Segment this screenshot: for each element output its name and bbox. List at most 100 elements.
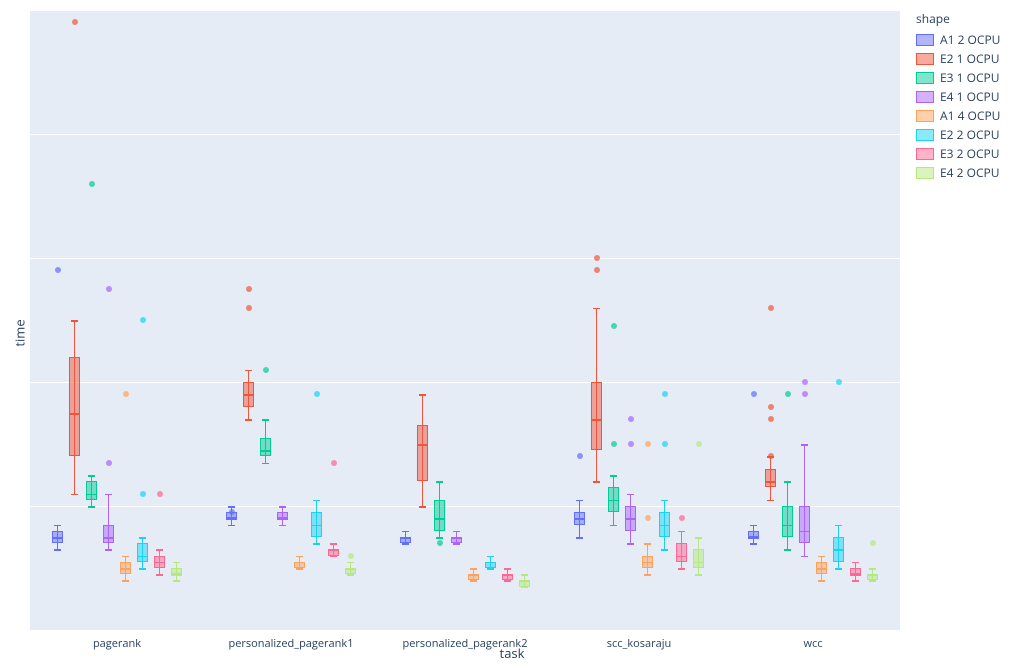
legend-item[interactable]: E4 2 OCPU xyxy=(916,164,1000,181)
whisker-cap xyxy=(279,506,287,508)
outlier-point[interactable] xyxy=(594,255,600,261)
outlier-point[interactable] xyxy=(140,491,146,497)
whisker-cap xyxy=(105,549,113,551)
box-iqr[interactable] xyxy=(137,543,148,562)
outlier-point[interactable] xyxy=(140,317,146,323)
box-iqr[interactable] xyxy=(782,506,793,537)
legend-swatch xyxy=(916,110,934,122)
outlier-point[interactable] xyxy=(246,305,252,311)
box-iqr[interactable] xyxy=(417,425,428,481)
legend-item[interactable]: E2 2 OCPU xyxy=(916,126,1000,143)
outlier-point[interactable] xyxy=(437,540,443,546)
whisker-cap xyxy=(644,574,652,576)
box-iqr[interactable] xyxy=(693,549,704,568)
outlier-point[interactable] xyxy=(696,441,702,447)
outlier-point[interactable] xyxy=(802,391,808,397)
legend-item[interactable]: A1 2 OCPU xyxy=(916,31,1000,48)
outlier-point[interactable] xyxy=(785,391,791,397)
box-median xyxy=(850,574,861,576)
legend-label: E3 2 OCPU xyxy=(940,145,999,162)
outlier-point[interactable] xyxy=(246,286,252,292)
box-median xyxy=(52,537,63,539)
outlier-point[interactable] xyxy=(768,404,774,410)
box-median xyxy=(574,518,585,520)
box-iqr[interactable] xyxy=(765,469,776,488)
legend-item[interactable]: E4 1 OCPU xyxy=(916,88,1000,105)
outlier-point[interactable] xyxy=(263,367,269,373)
outlier-point[interactable] xyxy=(751,391,757,397)
category-group xyxy=(574,10,704,630)
whisker-cap xyxy=(453,543,461,545)
outlier-point[interactable] xyxy=(768,305,774,311)
outlier-point[interactable] xyxy=(229,509,235,515)
outlier-point[interactable] xyxy=(594,267,600,273)
outlier-point[interactable] xyxy=(157,491,163,497)
box-iqr[interactable] xyxy=(799,506,810,543)
box-median xyxy=(400,537,411,539)
outlier-point[interactable] xyxy=(662,391,668,397)
box-iqr[interactable] xyxy=(260,438,271,457)
outlier-point[interactable] xyxy=(314,391,320,397)
outlier-point[interactable] xyxy=(577,453,583,459)
box-median xyxy=(676,556,687,558)
outlier-point[interactable] xyxy=(611,441,617,447)
box-median xyxy=(693,562,704,564)
whisker-cap xyxy=(593,481,601,483)
outlier-point[interactable] xyxy=(628,416,634,422)
box-median xyxy=(243,394,254,396)
box-median xyxy=(642,562,653,564)
outlier-point[interactable] xyxy=(836,379,842,385)
outlier-point[interactable] xyxy=(89,181,95,187)
outlier-point[interactable] xyxy=(802,379,808,385)
outlier-point[interactable] xyxy=(645,441,651,447)
legend-swatch xyxy=(916,129,934,141)
outlier-point[interactable] xyxy=(870,540,876,546)
plot-area[interactable]: pagerankpersonalized_pagerank1personaliz… xyxy=(30,10,900,630)
whisker-cap xyxy=(593,308,601,310)
outlier-point[interactable] xyxy=(611,323,617,329)
outlier-point[interactable] xyxy=(628,441,634,447)
box-median xyxy=(86,494,97,496)
whisker-cap xyxy=(784,481,792,483)
outlier-point[interactable] xyxy=(645,515,651,521)
box-iqr[interactable] xyxy=(676,543,687,562)
box-median xyxy=(833,549,844,551)
whisker-cap xyxy=(313,543,321,545)
whisker-cap xyxy=(835,525,843,527)
whisker-cap xyxy=(313,500,321,502)
legend-label: E4 2 OCPU xyxy=(940,164,999,181)
outlier-point[interactable] xyxy=(72,19,78,25)
whisker-cap xyxy=(487,568,495,570)
outlier-point[interactable] xyxy=(768,416,774,422)
x-tick-label: scc_kosaraju xyxy=(607,630,671,651)
whisker-cap xyxy=(470,568,478,570)
box-iqr[interactable] xyxy=(69,357,80,456)
legend-item[interactable]: A1 4 OCPU xyxy=(916,107,1000,124)
whisker-cap xyxy=(245,419,253,421)
box-iqr[interactable] xyxy=(103,525,114,544)
outlier-point[interactable] xyxy=(106,286,112,292)
whisker-cap xyxy=(521,587,529,589)
legend-item[interactable]: E3 1 OCPU xyxy=(916,69,1000,86)
legend-label: A1 4 OCPU xyxy=(940,107,1000,124)
legend-item[interactable]: E2 1 OCPU xyxy=(916,50,1000,67)
outlier-point[interactable] xyxy=(768,453,774,459)
outlier-point[interactable] xyxy=(662,441,668,447)
outlier-point[interactable] xyxy=(55,267,61,273)
box-median xyxy=(137,556,148,558)
legend-item[interactable]: E3 2 OCPU xyxy=(916,145,1000,162)
box-median xyxy=(328,549,339,551)
outlier-point[interactable] xyxy=(106,460,112,466)
outlier-point[interactable] xyxy=(348,553,354,559)
whisker-cap xyxy=(347,562,355,564)
outlier-point[interactable] xyxy=(123,391,129,397)
whisker-cap xyxy=(644,543,652,545)
outlier-point[interactable] xyxy=(331,460,337,466)
legend-label: E2 2 OCPU xyxy=(940,126,999,143)
x-tick-label: personalized_pagerank1 xyxy=(229,630,354,651)
box-iqr[interactable] xyxy=(591,382,602,450)
box-iqr[interactable] xyxy=(434,500,445,531)
outlier-point[interactable] xyxy=(679,515,685,521)
whisker-cap xyxy=(156,549,164,551)
box-iqr[interactable] xyxy=(86,481,97,500)
